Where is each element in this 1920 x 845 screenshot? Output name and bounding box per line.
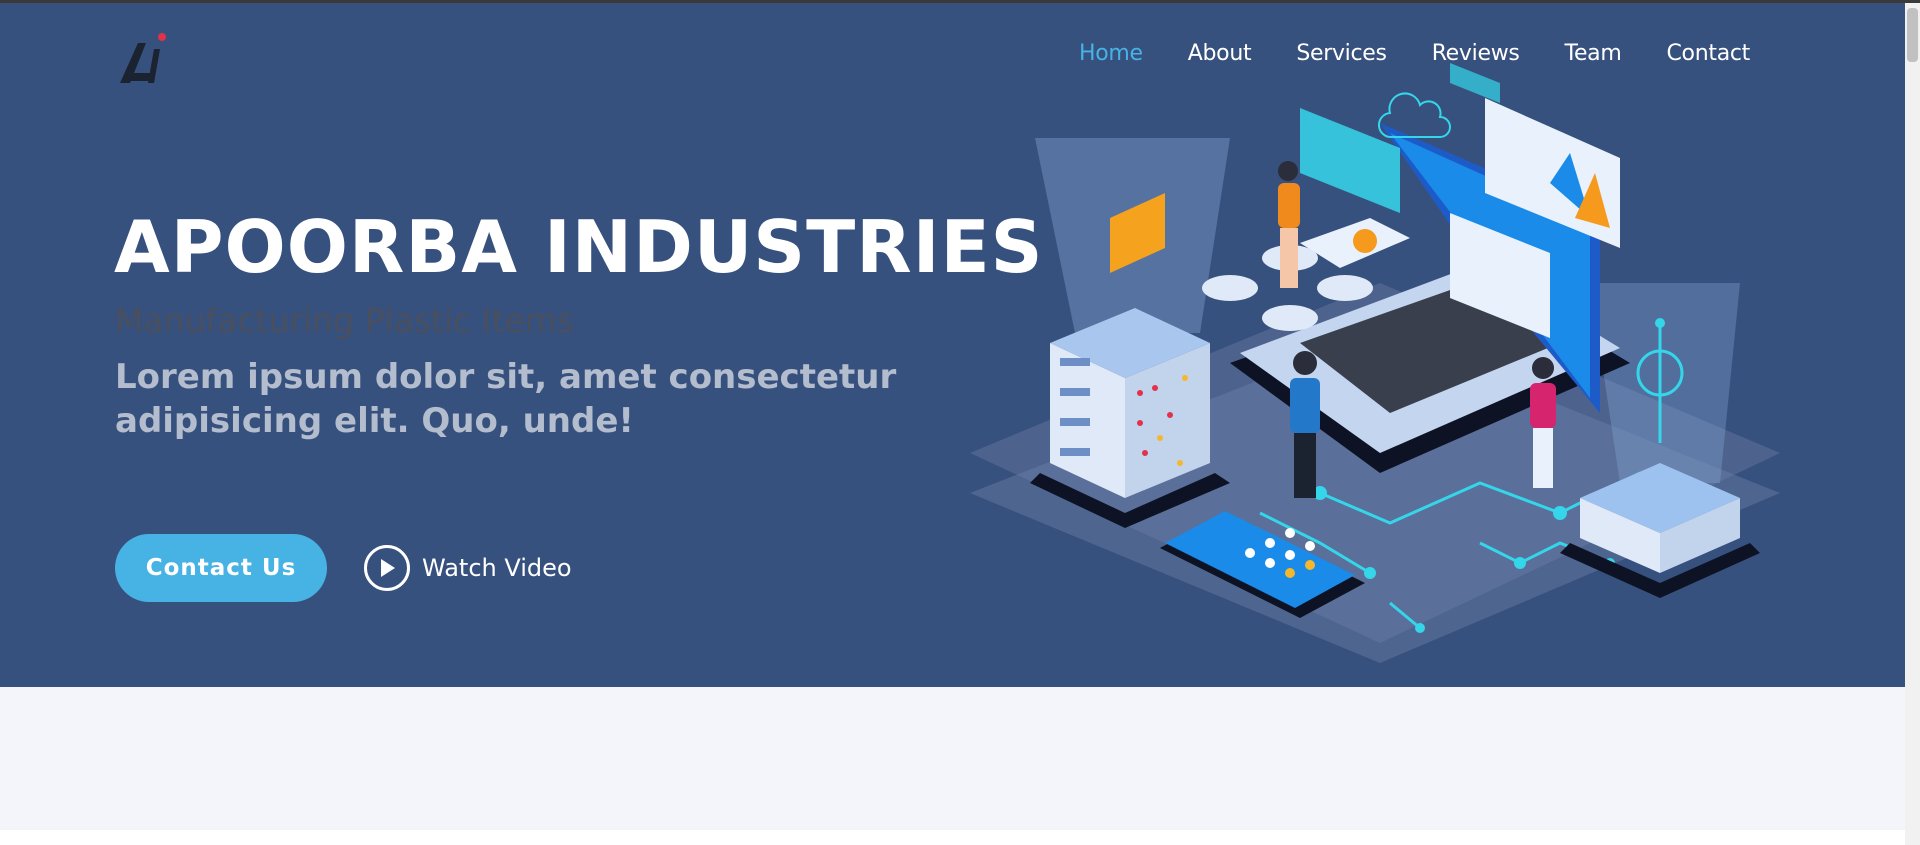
next-section bbox=[0, 687, 1905, 830]
hero-lead-text: Lorem ipsum dolor sit, amet consectetur … bbox=[115, 357, 897, 441]
watch-video-link[interactable]: Watch Video bbox=[364, 543, 572, 593]
page-bottom-edge bbox=[0, 830, 1905, 845]
isometric-tech-illustration bbox=[970, 63, 1780, 663]
site-logo[interactable] bbox=[116, 29, 170, 87]
hero-section: Home About Services Reviews Team Contact… bbox=[0, 3, 1905, 687]
hero-subtitle: Manufacturing Plastic Items bbox=[115, 301, 574, 340]
vertical-scrollbar[interactable] bbox=[1905, 3, 1920, 845]
contact-us-button[interactable]: Contact Us bbox=[115, 534, 327, 602]
scrollbar-thumb[interactable] bbox=[1907, 8, 1918, 62]
hero-title: APOORBA INDUSTRIES bbox=[114, 205, 1044, 289]
play-circle-icon bbox=[364, 545, 410, 591]
watch-video-label: Watch Video bbox=[422, 554, 572, 582]
